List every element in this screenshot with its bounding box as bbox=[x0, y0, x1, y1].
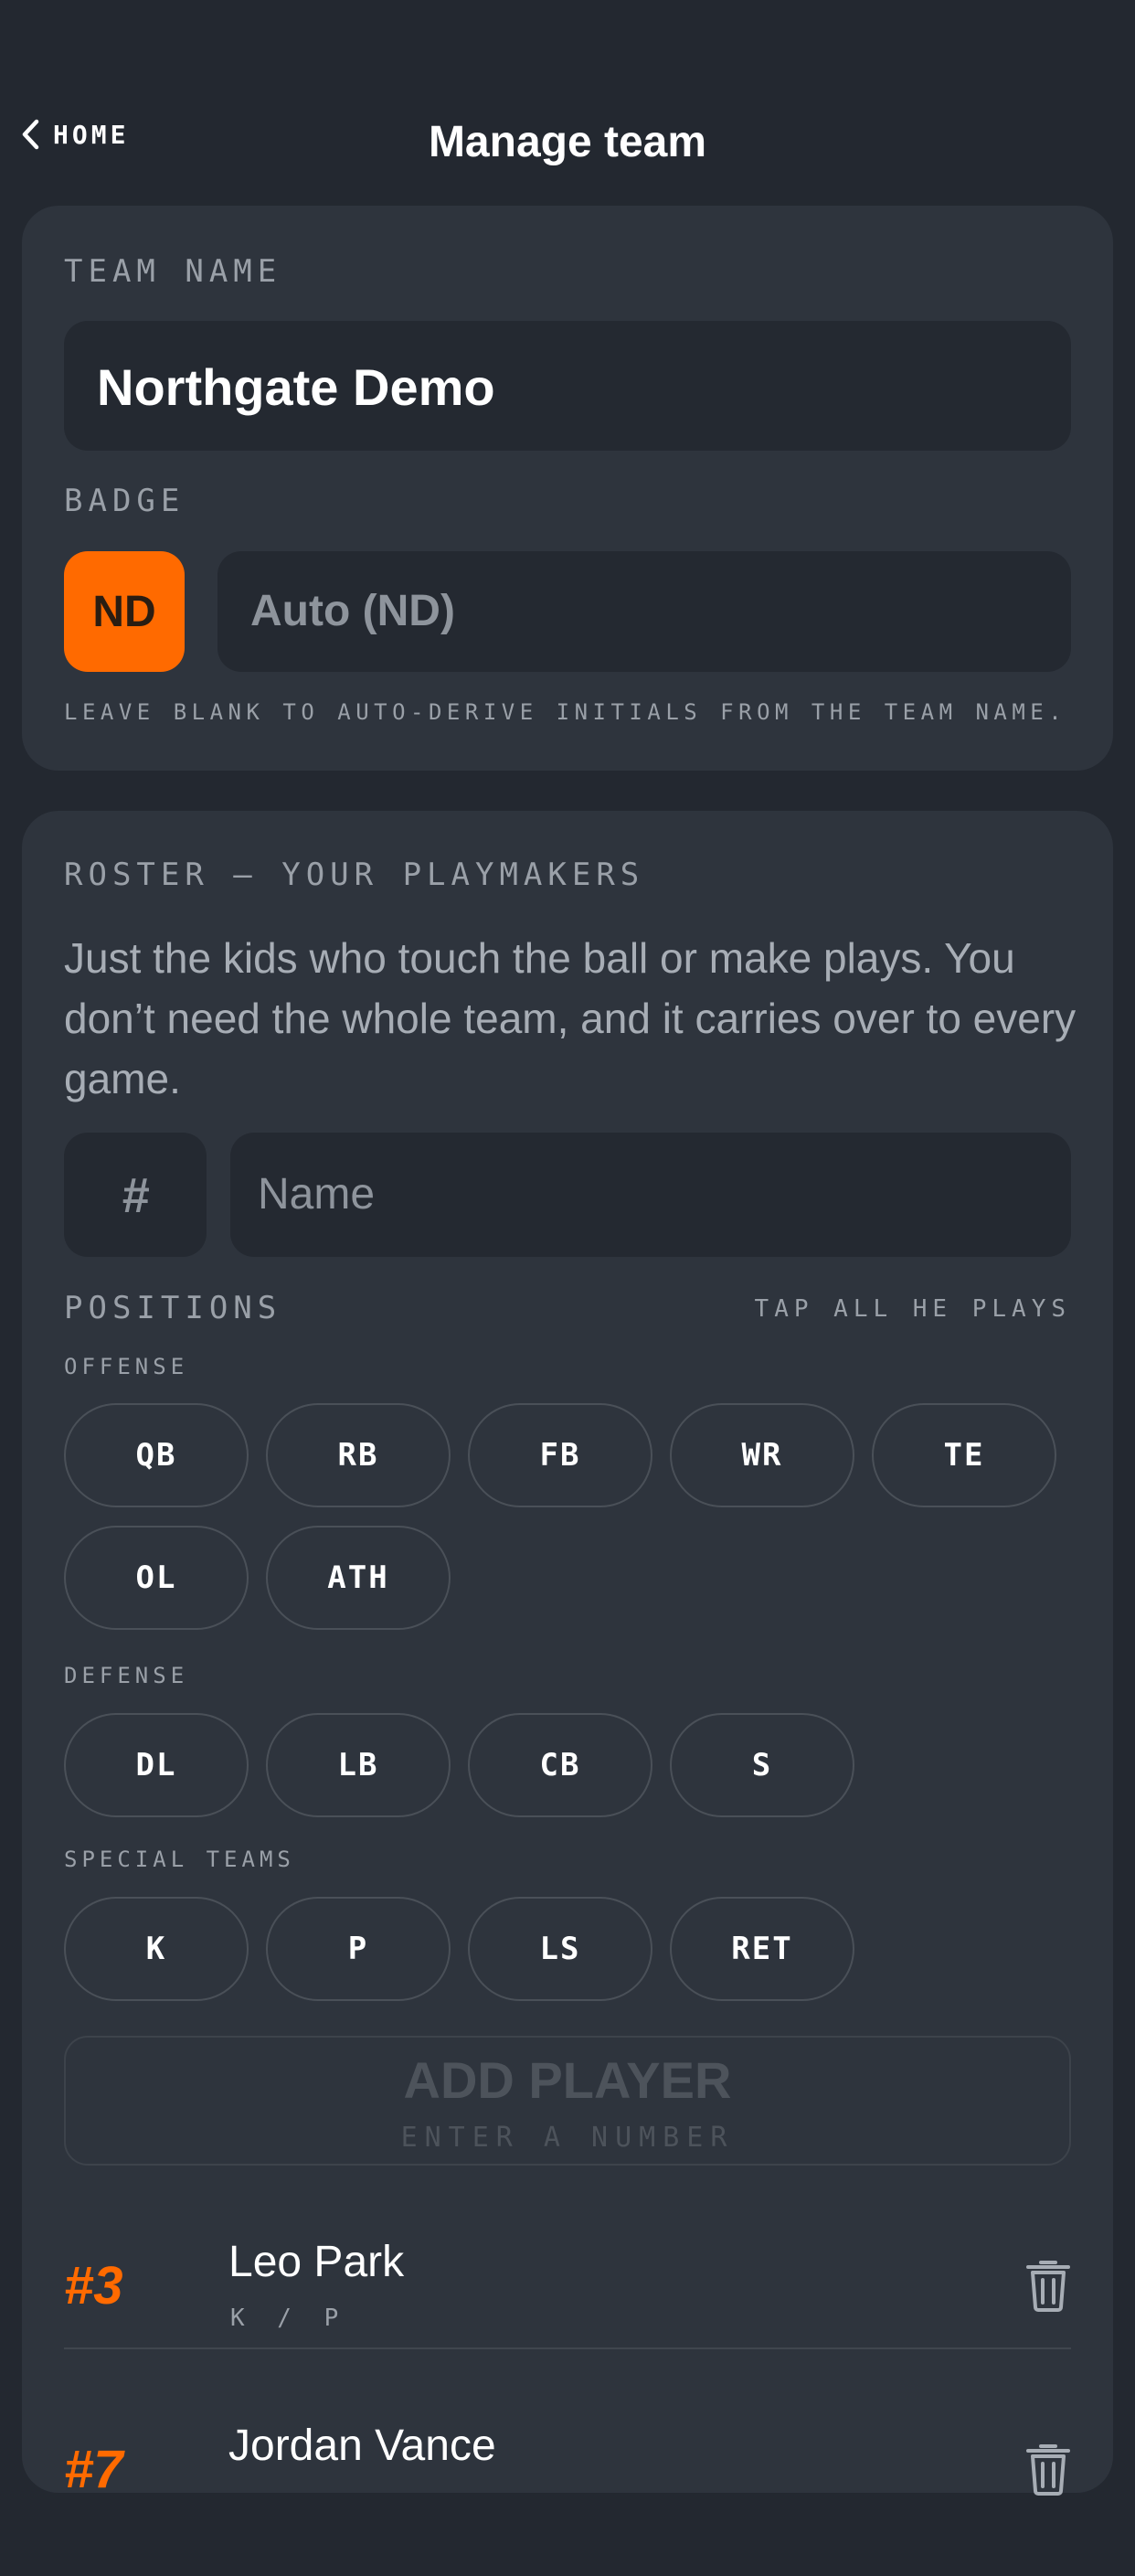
player-number: #7 bbox=[64, 2440, 123, 2499]
position-chip-fb[interactable]: FB bbox=[468, 1403, 652, 1507]
player-row[interactable]: #7 Jordan Vance bbox=[64, 2393, 1071, 2576]
position-chip-ath[interactable]: ATH bbox=[266, 1526, 451, 1630]
roster-label: ROSTER — YOUR PLAYMAKERS bbox=[64, 857, 645, 893]
badge-label: BADGE bbox=[64, 483, 186, 519]
add-player-label: ADD PLAYER bbox=[403, 2051, 732, 2109]
player-name: Leo Park bbox=[228, 2238, 405, 2286]
team-name-input[interactable]: Northgate Demo bbox=[64, 321, 1071, 451]
player-positions: K / P bbox=[230, 2305, 348, 2332]
positions-label: POSITIONS bbox=[64, 1290, 282, 1326]
position-chip-ls[interactable]: LS bbox=[468, 1897, 652, 2001]
position-chip-ret[interactable]: RET bbox=[670, 1897, 854, 2001]
position-chip-s[interactable]: S bbox=[670, 1713, 854, 1817]
position-chip-cb[interactable]: CB bbox=[468, 1713, 652, 1817]
defense-label: DEFENSE bbox=[64, 1663, 189, 1688]
player-number: #3 bbox=[64, 2256, 123, 2315]
position-chip-qb[interactable]: QB bbox=[64, 1403, 249, 1507]
team-name-label: TEAM NAME bbox=[64, 253, 282, 290]
add-player-sublabel: ENTER A NUMBER bbox=[400, 2122, 735, 2154]
position-chip-rb[interactable]: RB bbox=[266, 1403, 451, 1507]
offense-label: OFFENSE bbox=[64, 1354, 189, 1379]
team-card: TEAM NAME Northgate Demo BADGE ND Auto (… bbox=[22, 206, 1113, 771]
team-name-value: Northgate Demo bbox=[97, 358, 495, 416]
player-row[interactable]: #3 Leo Park K / P bbox=[64, 2209, 1071, 2392]
player-name: Jordan Vance bbox=[228, 2422, 496, 2470]
team-badge-initials: ND bbox=[92, 587, 156, 636]
team-badge: ND bbox=[64, 551, 185, 672]
positions-hint: TAP ALL HE PLAYS bbox=[754, 1295, 1071, 1323]
page-title: Manage team bbox=[428, 118, 707, 166]
position-chip-ol[interactable]: OL bbox=[64, 1526, 249, 1630]
roster-description: Just the kids who touch the ball or make… bbox=[64, 934, 1077, 1102]
trash-icon[interactable] bbox=[1025, 2441, 1071, 2496]
header: HOME Manage team bbox=[0, 101, 1135, 183]
special-teams-label: SPECIAL TEAMS bbox=[64, 1847, 295, 1872]
position-chip-te[interactable]: TE bbox=[872, 1403, 1056, 1507]
defense-chips: DL LB CB S bbox=[64, 1713, 1071, 1817]
trash-icon[interactable] bbox=[1025, 2257, 1071, 2312]
player-number-input[interactable]: # bbox=[64, 1133, 207, 1257]
number-placeholder: # bbox=[121, 1168, 150, 1223]
badge-hint: LEAVE BLANK TO AUTO-DERIVE INITIALS FROM… bbox=[64, 699, 1067, 725]
name-placeholder: Name bbox=[258, 1170, 376, 1219]
add-player-button[interactable]: ADD PLAYER ENTER A NUMBER bbox=[64, 2036, 1071, 2166]
special-teams-chips: K P LS RET bbox=[64, 1897, 1071, 2001]
roster-card: ROSTER — YOUR PLAYMAKERS Just the kids w… bbox=[22, 811, 1113, 2499]
player-divider bbox=[64, 2347, 1071, 2349]
badge-input[interactable]: Auto (ND) bbox=[217, 551, 1071, 672]
position-chip-k[interactable]: K bbox=[64, 1897, 249, 2001]
position-chip-wr[interactable]: WR bbox=[670, 1403, 854, 1507]
player-name-input[interactable]: Name bbox=[230, 1133, 1071, 1257]
badge-placeholder: Auto (ND) bbox=[250, 587, 455, 635]
position-chip-lb[interactable]: LB bbox=[266, 1713, 451, 1817]
position-chip-dl[interactable]: DL bbox=[64, 1713, 249, 1817]
position-chip-p[interactable]: P bbox=[266, 1897, 451, 2001]
offense-chips: QB RB FB WR TE OL ATH bbox=[64, 1403, 1071, 1630]
